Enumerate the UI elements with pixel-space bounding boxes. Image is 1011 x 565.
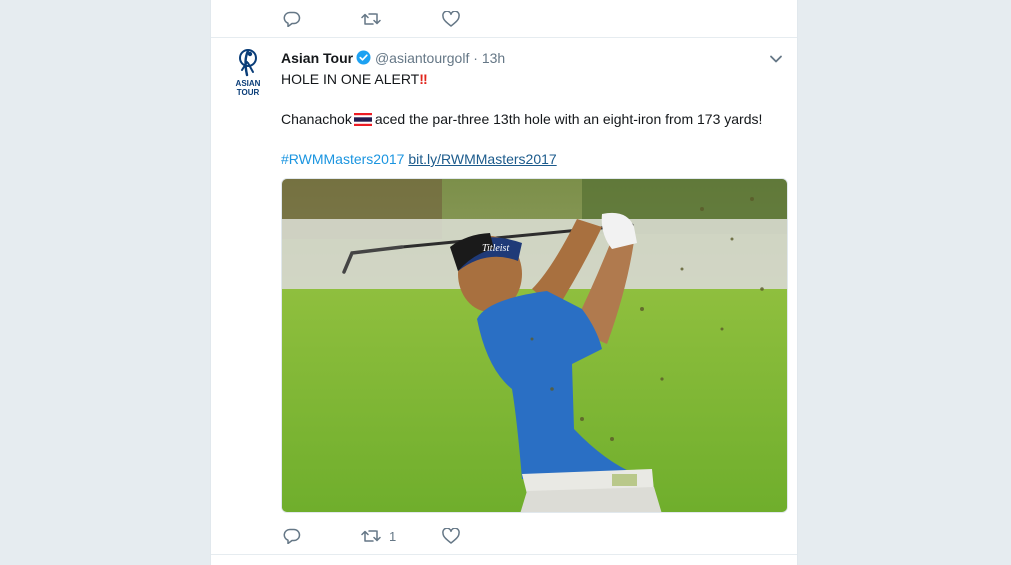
like-icon <box>442 528 460 544</box>
url-link[interactable]: bit.ly/RWMMasters2017 <box>408 151 556 167</box>
double-exclamation-emoji: ‼ <box>419 71 428 87</box>
tweet-header: Asian Tour @asiantourgolf · 13h <box>281 50 505 66</box>
retweet-icon <box>361 530 381 542</box>
thailand-flag-icon <box>353 113 372 126</box>
retweet-button[interactable]: 1 <box>361 528 396 544</box>
like-button[interactable] <box>442 528 468 544</box>
author-handle[interactable]: @asiantourgolf <box>375 50 469 66</box>
reply-icon <box>283 528 301 544</box>
tweet-text: HOLE IN ONE ALERT‼ Chanachok aced the par… <box>281 69 781 169</box>
logo-text-top: ASIAN <box>236 79 261 88</box>
prev-retweet-button[interactable] <box>361 11 389 27</box>
timeline-column: ASIAN TOUR Asian Tour @asiantourgolf · 1… <box>210 0 798 565</box>
golfer-photo: Titleist <box>282 179 787 512</box>
author-name[interactable]: Asian Tour <box>281 50 353 66</box>
retweet-count: 1 <box>389 528 397 544</box>
tweet-line-1: HOLE IN ONE ALERT‼ <box>281 69 781 89</box>
tweet[interactable]: ASIAN TOUR Asian Tour @asiantourgolf · 1… <box>211 38 797 554</box>
tweet-timestamp[interactable]: 13h <box>482 50 505 66</box>
tweet-photo[interactable]: Titleist <box>281 178 788 513</box>
hashtag-link[interactable]: #RWMMasters2017 <box>281 151 404 167</box>
reply-icon <box>283 11 301 27</box>
tweet-line-2: Chanachok aced the par-three 13th hole wi… <box>281 109 781 129</box>
alert-text: HOLE IN ONE ALERT <box>281 71 420 87</box>
previous-tweet-actions <box>211 0 797 38</box>
tweet-line-3: #RWMMasters2017 bit.ly/RWMMasters2017 <box>281 149 781 169</box>
asian-tour-logo-icon: ASIAN TOUR <box>236 49 261 97</box>
cap-brand: Titleist <box>482 243 509 254</box>
verified-badge-icon <box>356 50 371 65</box>
like-icon <box>442 11 460 27</box>
retweet-icon <box>361 13 381 25</box>
time-separator: · <box>473 50 478 66</box>
tweet-body: aced the par-three 13th hole with an eig… <box>374 111 763 127</box>
player-name: Chanachok <box>281 111 352 127</box>
avatar[interactable]: ASIAN TOUR <box>230 48 266 98</box>
prev-like-button[interactable] <box>442 11 468 27</box>
prev-reply-button[interactable] <box>283 11 309 27</box>
logo-text-bottom: TOUR <box>237 88 260 97</box>
chevron-down-icon[interactable] <box>769 54 783 64</box>
reply-button[interactable] <box>283 528 309 544</box>
tweet-divider <box>211 554 797 555</box>
